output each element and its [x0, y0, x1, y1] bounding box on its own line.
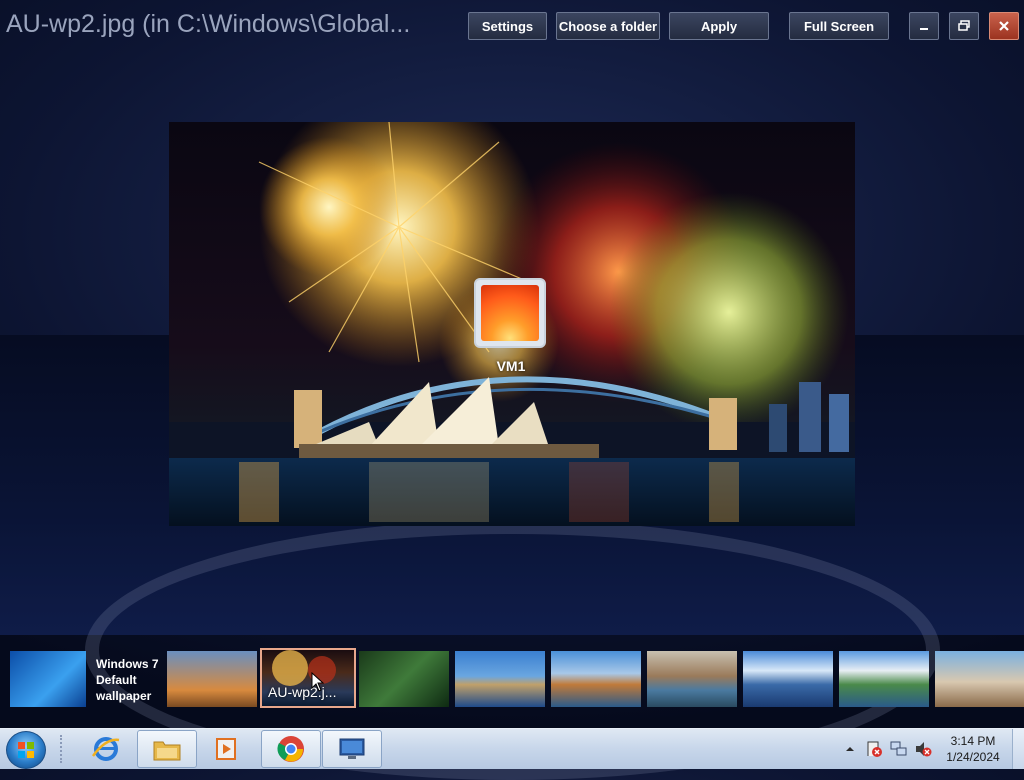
- clock-date: 1/24/2024: [946, 750, 1000, 764]
- thumbnail-coastal-cliffs[interactable]: [551, 651, 641, 707]
- network-icon[interactable]: [890, 740, 908, 758]
- media-player-icon: [216, 738, 236, 760]
- start-button[interactable]: [6, 731, 46, 769]
- taskbar-internet-explorer[interactable]: [76, 730, 136, 768]
- thumbnail-au-wp2[interactable]: AU-wp2.j...: [260, 648, 356, 708]
- vm1-desktop-icon[interactable]: [474, 278, 546, 348]
- clock-time: 3:14 PM: [950, 734, 996, 748]
- choose-folder-button[interactable]: Choose a folder: [556, 12, 660, 40]
- restore-button[interactable]: [949, 12, 979, 40]
- windows-logo-icon: [18, 742, 34, 758]
- taskbar: 3:14 PM 1/24/2024: [0, 728, 1024, 769]
- thumbnail-windows7-default[interactable]: [10, 651, 86, 707]
- thumbnail-title: AU-wp2.j...: [268, 684, 337, 700]
- vm1-icon-label: VM1: [496, 358, 526, 374]
- taskbar-chrome[interactable]: [261, 730, 321, 768]
- internet-explorer-icon: [91, 737, 120, 761]
- show-hidden-icons-button[interactable]: [845, 744, 855, 754]
- thumbnail-lighthouse[interactable]: [935, 651, 1024, 707]
- close-button[interactable]: [989, 12, 1019, 40]
- apply-button[interactable]: Apply: [669, 12, 769, 40]
- folder-icon: [153, 741, 181, 761]
- thumbnail-rainforest-waterfall[interactable]: [359, 651, 449, 707]
- taskbar-wallpaper-app[interactable]: [322, 730, 382, 768]
- volume-muted-icon[interactable]: [914, 740, 932, 758]
- thumbnail-caption: Windows 7 Default wallpaper: [96, 657, 159, 703]
- thumbnail-mountain-lake[interactable]: [743, 651, 833, 707]
- taskbar-media-player[interactable]: [198, 730, 258, 768]
- minimize-button[interactable]: [909, 12, 939, 40]
- close-icon: [999, 21, 1009, 31]
- thumbnail-mountain-stream[interactable]: [839, 651, 929, 707]
- taskbar-clock[interactable]: 3:14 PM 1/24/2024: [938, 733, 1008, 765]
- thumbnail-sydney-harbour[interactable]: [455, 651, 545, 707]
- minimize-icon: [920, 28, 928, 30]
- full-screen-button[interactable]: Full Screen: [789, 12, 889, 40]
- monitor-icon: [339, 738, 365, 759]
- mouse-cursor-icon: [311, 672, 325, 692]
- flower-icon: [481, 285, 539, 341]
- taskbar-grip: [60, 735, 66, 763]
- thumbnail-baobab-trees[interactable]: [167, 651, 257, 707]
- restore-icon: [958, 20, 970, 31]
- show-desktop-button[interactable]: [1012, 729, 1024, 769]
- thumbnail-strip: Windows 7 Default wallpaper AU-wp2.j...: [0, 647, 1024, 711]
- action-center-icon[interactable]: [865, 740, 883, 758]
- window-title: AU-wp2.jpg (in C:\Windows\Global...: [6, 10, 411, 38]
- settings-button[interactable]: Settings: [468, 12, 547, 40]
- taskbar-windows-explorer[interactable]: [137, 730, 197, 768]
- chrome-icon: [277, 736, 304, 762]
- thumbnail-rocky-river[interactable]: [647, 651, 737, 707]
